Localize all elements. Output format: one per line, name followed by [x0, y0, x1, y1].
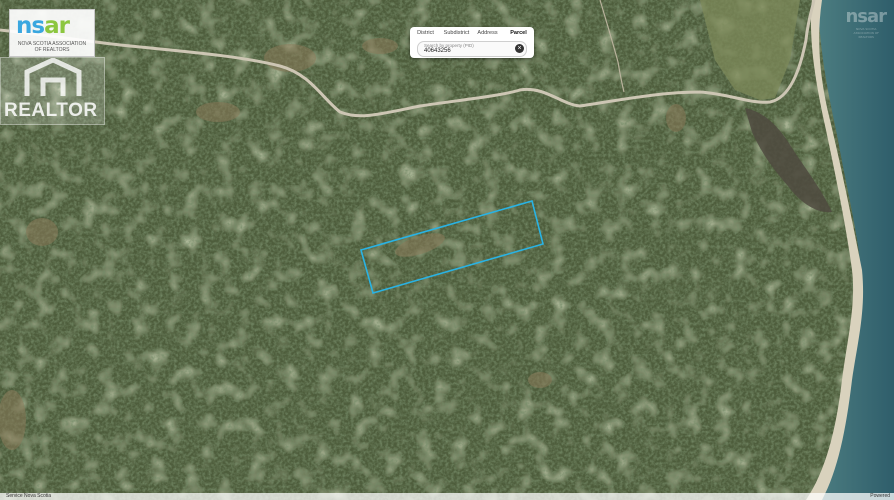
nsar-logo-mark: nsar [16, 13, 70, 39]
tab-address[interactable]: Address [472, 27, 503, 39]
pid-search-value[interactable]: 40643256 [424, 48, 451, 54]
parcel-search-panel: District Subdistrict Address Parcel Sear… [410, 27, 534, 58]
attribution-right[interactable]: Powered [870, 493, 890, 500]
attribution-left: Service Nova Scotia [6, 493, 52, 499]
realtor-text: REALTOR [4, 100, 98, 121]
tab-parcel[interactable]: Parcel [503, 27, 534, 39]
realtor-watermark: REALTOR [0, 57, 105, 125]
pid-search-input[interactable]: Search by property (PID) 40643256 × [417, 41, 527, 57]
house-icon [24, 58, 82, 96]
nsar-logo: nsar NOVA SCOTIA ASSOCIATION OF REALTORS [9, 9, 95, 57]
satellite-map[interactable] [0, 0, 894, 500]
close-circle-icon[interactable]: × [515, 44, 524, 53]
attribution-bar: Service Nova Scotia Powered [0, 493, 894, 500]
tab-district[interactable]: District [410, 27, 441, 39]
nsar-watermark-top: nsar NOVA SCOTIA ASSOCIATION OF REALTORS [845, 6, 887, 39]
search-tabs: District Subdistrict Address Parcel [410, 27, 534, 39]
nsar-logo-subtitle: NOVA SCOTIA ASSOCIATION OF REALTORS [17, 41, 87, 53]
tab-subdistrict[interactable]: Subdistrict [441, 27, 472, 39]
